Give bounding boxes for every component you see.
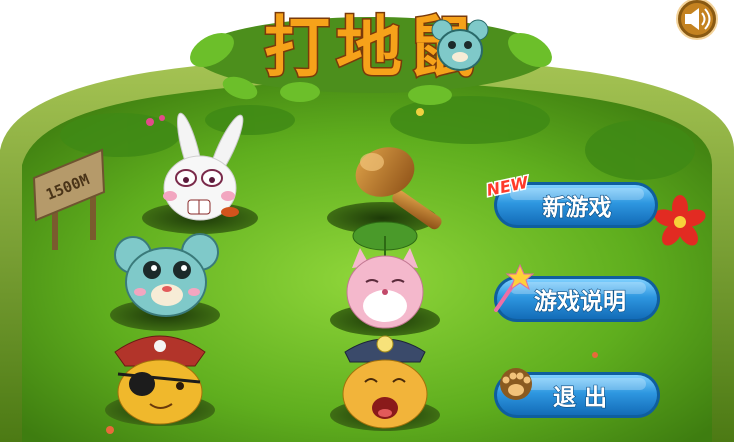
miner-cat-character bbox=[342, 335, 428, 429]
instructions-label: 游戏说明 bbox=[534, 288, 626, 315]
paw-icon bbox=[500, 368, 532, 400]
exit-label: 退 出 bbox=[553, 385, 607, 411]
new-game-label: 新游戏 bbox=[543, 194, 612, 221]
pirate-cat-character bbox=[114, 335, 206, 425]
pink-cat-character bbox=[346, 221, 424, 329]
sound-toggle-button[interactable] bbox=[676, 0, 718, 40]
game-start-screen: 1500M 打地鼠 新游戏 NEW 游戏说明 退 出 bbox=[0, 0, 734, 442]
